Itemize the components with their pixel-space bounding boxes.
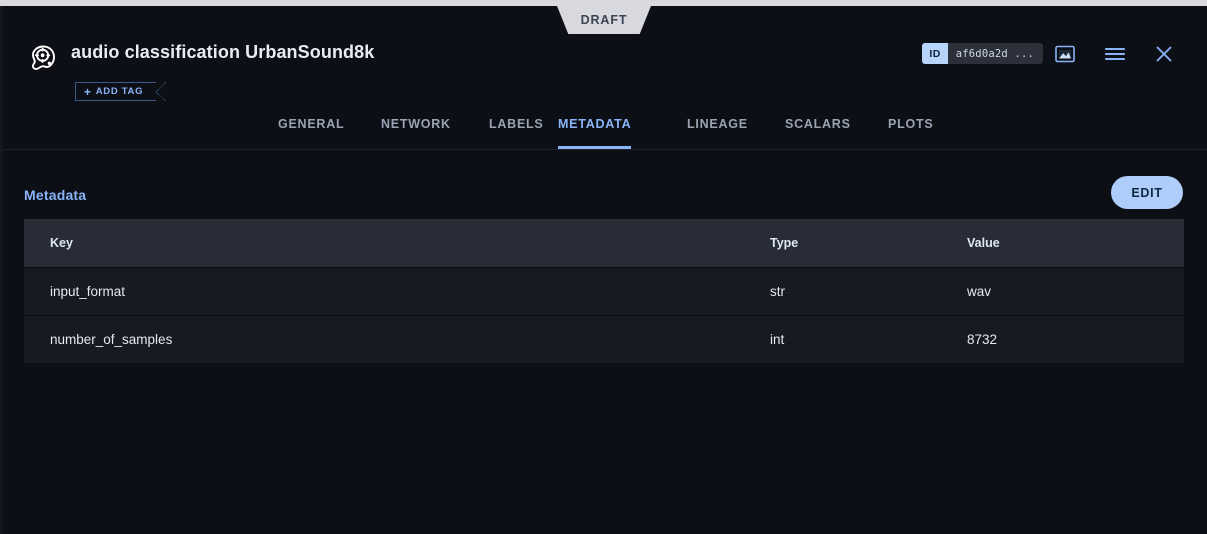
tab-bar: GENERAL NETWORK LABELS METADATA LINEAGE … — [3, 102, 1207, 150]
tab-labels[interactable]: LABELS — [489, 103, 544, 149]
hamburger-menu-icon[interactable] — [1101, 40, 1129, 68]
plus-icon: + — [84, 84, 92, 99]
cell-value: wav — [967, 284, 992, 299]
tab-scalars[interactable]: SCALARS — [785, 103, 851, 149]
id-badge-value: af6d0a2d ... — [947, 43, 1043, 64]
column-header-value: Value — [967, 236, 1000, 250]
tab-lineage[interactable]: LINEAGE — [687, 103, 748, 149]
cell-key: number_of_samples — [50, 332, 173, 347]
column-header-key: Key — [50, 236, 73, 250]
tab-network[interactable]: NETWORK — [381, 103, 451, 149]
model-icon — [24, 39, 62, 77]
tab-metadata[interactable]: METADATA — [558, 103, 632, 149]
edit-button[interactable]: EDIT — [1111, 176, 1183, 209]
cell-type: int — [770, 332, 785, 347]
tab-general[interactable]: GENERAL — [278, 103, 344, 149]
cell-key: input_format — [50, 284, 126, 299]
page-root: DRAFT audio classification UrbanSound8k … — [0, 0, 1207, 534]
table-row[interactable]: input_format str wav — [24, 267, 1184, 315]
metadata-table: Key Type Value input_format str wav numb… — [24, 219, 1184, 363]
status-ribbon-draft: DRAFT — [557, 6, 651, 34]
cell-value: 8732 — [967, 332, 998, 347]
image-preview-icon[interactable] — [1051, 40, 1079, 68]
table-row[interactable]: number_of_samples int 8732 — [24, 315, 1184, 363]
table-header-row: Key Type Value — [24, 219, 1184, 267]
model-id-badge[interactable]: ID af6d0a2d ... — [922, 43, 1043, 64]
id-badge-label: ID — [922, 43, 948, 64]
add-tag-chip[interactable]: + ADD TAG — [75, 82, 167, 101]
tab-plots[interactable]: PLOTS — [888, 103, 933, 149]
close-icon[interactable] — [1150, 40, 1178, 68]
cell-type: str — [770, 284, 785, 299]
section-title: Metadata — [24, 187, 87, 203]
page-title: audio classification UrbanSound8k — [71, 42, 375, 62]
model-details-dialog: DRAFT audio classification UrbanSound8k … — [0, 6, 1207, 534]
column-header-type: Type — [770, 236, 799, 250]
add-tag-label: ADD TAG — [95, 86, 144, 97]
